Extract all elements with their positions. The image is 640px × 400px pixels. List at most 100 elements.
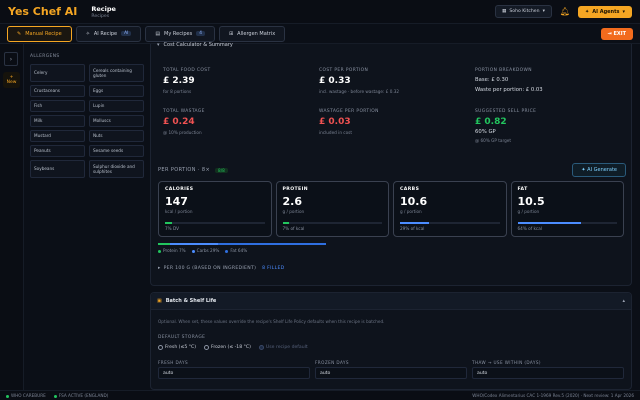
portion-base: Base: £ 0.30 (475, 77, 509, 83)
fresh-days-input[interactable]: auto (158, 367, 310, 379)
metric-label: COST PER PORTION (319, 68, 369, 73)
exit-button[interactable]: ⇥ EXIT (600, 27, 633, 40)
tab-label: Allergen Matrix (237, 30, 276, 37)
nutrition-unit: g / portion (517, 209, 540, 214)
thaw-days-label: THAW → USE WITHIN (DAYS) (472, 360, 541, 365)
total-food-cost: TOTAL FOOD COST £ 2.39 for 8 portions (163, 68, 313, 94)
legend-carbs: Carbs 29% (191, 248, 220, 253)
page-title-block: Recipe Recipes (91, 5, 116, 19)
nutrition-value: 147 (165, 195, 188, 208)
total-wastage: TOTAL WASTAGE £ 0.24 @ 10% production (163, 109, 313, 135)
radio-recipe-default[interactable]: Use recipe default (258, 345, 308, 350)
nutrition-card-fat: FAT 10.5 g / portion 64% of kcal (510, 181, 624, 237)
nutrition-label: CALORIES (165, 187, 194, 192)
legend-label: Fat 64% (230, 248, 248, 253)
sparkle-icon: ✦ (585, 8, 590, 15)
new-recipe-button[interactable]: + New (3, 72, 20, 88)
tab-my-recipes[interactable]: ▤ My Recipes 4 (145, 25, 215, 42)
radio-circle (258, 345, 264, 350)
grid-icon: ⊞ (228, 30, 234, 37)
tab-label: Manual Recipe (25, 30, 62, 37)
nutrition-label: PROTEIN (282, 187, 308, 192)
allergen-eggs[interactable]: Eggs (89, 85, 144, 97)
app-logo[interactable]: Yes Chef AI (8, 5, 77, 18)
allergen-milk[interactable]: Milk (30, 115, 85, 127)
metric-label: PORTION BREAKDOWN (475, 68, 532, 73)
ai-agents-label: AI Agents (592, 8, 620, 15)
nutrition-cards: CALORIES 147 kcal / portion 7% DV PROTEI… (158, 181, 624, 237)
batch-header[interactable]: ▣ Batch & Shelf Life ▴ (151, 293, 631, 310)
nutrition-card-carbs: CARBS 10.6 g / portion 29% of kcal (393, 181, 507, 237)
tab-badge: AI (121, 31, 132, 36)
allergen-molluscs[interactable]: Molluscs (89, 115, 144, 127)
legend-fat: Fat 64% (225, 248, 247, 253)
cost-summary-card: ▾ Cost Calculator & Summary TOTAL FOOD C… (150, 42, 632, 286)
macro-fat-segment (218, 243, 326, 245)
metric-label: TOTAL FOOD COST (163, 68, 211, 73)
per-100g-toggle[interactable]: ▸ PER 100 G (BASED ON INGREDIENT) 8 FILL… (158, 266, 285, 271)
metric-sub: @ 10% production (163, 130, 202, 135)
expand-sidebar-button[interactable]: › (4, 52, 18, 66)
kitchen-select[interactable]: ▦ Soho Kitchen ▾ (495, 5, 552, 18)
radio-circle (158, 345, 163, 350)
triangle-right-icon: ▸ (158, 266, 161, 271)
allergen-sesame[interactable]: Sesame seeds (89, 145, 144, 157)
nutrition-card-protein: PROTEIN 2.6 g / portion 7% of kcal (275, 181, 389, 237)
nutrition-label: FAT (517, 187, 528, 192)
frozen-days-input[interactable]: auto (315, 367, 467, 379)
ai-agents-button[interactable]: ✦ AI Agents ▾ (578, 5, 632, 18)
macro-split-bar (158, 243, 326, 245)
metric-value: £ 0.82 (475, 117, 507, 127)
bell-icon[interactable]: 🔔︎ (560, 7, 570, 16)
chevron-down-icon: ▾ (157, 42, 160, 48)
allergens-header: ALLERGENS (30, 54, 60, 59)
allergen-sulphites[interactable]: Sulphur dioxide and sulphites (89, 160, 144, 178)
allergen-soybeans[interactable]: Soybeans (30, 160, 85, 178)
tab-ai-recipe[interactable]: ✧ AI Recipe AI (75, 25, 142, 42)
per-100g-label: PER 100 G (BASED ON INGREDIENT) (163, 266, 257, 271)
allergen-nuts[interactable]: Nuts (89, 130, 144, 142)
cost-summary-header[interactable]: ▾ Cost Calculator & Summary (157, 42, 233, 48)
blue-dot-icon (191, 249, 195, 253)
tab-manual-recipe[interactable]: ✎ Manual Recipe (7, 25, 72, 42)
nutrition-sub: 64% of kcal (517, 226, 542, 231)
legend-label: Carbs 29% (196, 248, 220, 253)
allergen-mustard[interactable]: Mustard (30, 130, 85, 142)
exit-icon: ⇥ (607, 30, 612, 37)
metric-sub: incl. wastage · before wastage: £ 0.32 (319, 89, 400, 94)
page-title: Recipe (91, 4, 116, 13)
allergen-celery[interactable]: Celery (30, 64, 85, 82)
tab-badge: 4 (196, 31, 205, 36)
allergen-fish[interactable]: Fish (30, 100, 85, 112)
chevron-down-icon: ▾ (542, 9, 545, 14)
batch-shelf-life-card: ▣ Batch & Shelf Life ▴ Optional. When se… (150, 292, 632, 390)
chevron-right-icon: › (9, 55, 13, 63)
kitchen-icon: ▦ (502, 9, 507, 14)
nutrition-value: 2.6 (282, 195, 303, 208)
app-header: Yes Chef AI Recipe Recipes ▦ Soho Kitche… (0, 0, 640, 24)
per-portion-row: PER PORTION · 8× 8/8 ✦ AI Generate (158, 162, 626, 178)
tab-allergen-matrix[interactable]: ⊞ Allergen Matrix (218, 25, 286, 42)
footer-label: FSA ACTIVE (ENGLAND) (58, 393, 109, 398)
footer-status-fsa: FSA ACTIVE (ENGLAND) (53, 393, 109, 398)
nutrition-unit: g / portion (282, 209, 305, 214)
radio-circle (204, 345, 210, 350)
allergen-peanuts[interactable]: Peanuts (30, 145, 85, 157)
legend-protein: Protein 7% (158, 248, 186, 253)
radio-frozen[interactable]: Frozen (≤ -18 °C) (204, 345, 251, 350)
metric-label: SUGGESTED SELL PRICE (475, 109, 537, 114)
radio-label: Frozen (≤ -18 °C) (211, 345, 251, 350)
frozen-days-label: FROZEN DAYS (315, 360, 349, 365)
allergen-gluten[interactable]: Cereals containing gluten (89, 64, 144, 82)
allergen-lupin[interactable]: Lupin (89, 100, 144, 112)
macro-carbs-segment (169, 243, 219, 245)
nutrition-bar-fill (165, 222, 172, 224)
pencil-icon: ✎ (17, 30, 22, 37)
thaw-days-input[interactable]: auto (472, 367, 624, 379)
ai-generate-button[interactable]: ✦ AI Generate (572, 163, 626, 177)
cost-per-portion: COST PER PORTION £ 0.33 incl. wastage · … (319, 68, 469, 94)
nutrition-bar (400, 222, 500, 224)
radio-fresh[interactable]: Fresh (≤5 °C) (158, 345, 196, 350)
allergen-crustaceans[interactable]: Crustaceans (30, 85, 85, 97)
footer-status-who: WHO CAREBURE (6, 393, 46, 398)
